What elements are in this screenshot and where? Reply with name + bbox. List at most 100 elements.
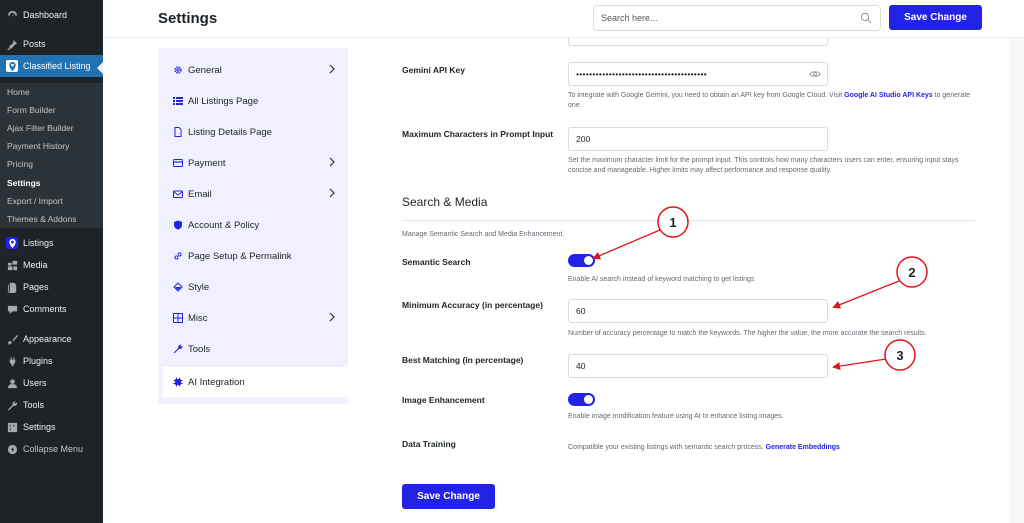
wrench-icon — [6, 399, 18, 411]
nav-item-label: Misc — [188, 312, 208, 324]
wp-menu-label: Media — [23, 260, 48, 270]
wp-admin-sidebar: Dashboard Posts Classified Listing Home … — [0, 0, 103, 523]
nav-item-page-setup-permalink[interactable]: Page Setup & Permalink — [158, 241, 348, 271]
wp-menu-label: Settings — [23, 422, 56, 432]
nav-item-listing-details-page[interactable]: Listing Details Page — [158, 117, 348, 147]
wp-menu-classified-listing[interactable]: Classified Listing — [0, 55, 103, 77]
nav-item-label: Style — [188, 281, 210, 293]
save-change-button-top[interactable]: Save Change — [889, 5, 982, 30]
wp-menu-pages[interactable]: Pages — [0, 276, 103, 298]
brush-icon — [6, 333, 18, 345]
save-change-button-bottom[interactable]: Save Change — [402, 484, 495, 509]
wp-submenu-home[interactable]: Home — [7, 87, 30, 97]
nav-item-all-listings-page[interactable]: All Listings Page — [158, 86, 348, 116]
nav-item-style[interactable]: Style — [158, 272, 348, 302]
ai-chip-icon — [172, 377, 183, 388]
generate-embeddings-link[interactable]: Generate Embeddings — [766, 444, 840, 451]
wp-menu-collapse[interactable]: Collapse Menu — [0, 438, 103, 460]
semantic-search-help: Enable AI search instead of keyword matc… — [568, 276, 755, 283]
gear-icon — [172, 65, 183, 76]
image-enhancement-toggle[interactable] — [568, 393, 595, 406]
nav-item-email[interactable]: Email — [158, 179, 348, 209]
nav-item-tools[interactable]: Tools — [158, 334, 348, 364]
wp-menu-tools[interactable]: Tools — [0, 394, 103, 416]
nav-item-label: AI Integration — [188, 376, 245, 388]
settings-nav: General All Listings Page Listing Detail… — [158, 48, 348, 404]
wp-submenu-form-builder[interactable]: Form Builder — [7, 105, 56, 115]
section-title: Search & Media — [402, 195, 488, 209]
gemini-api-key-field[interactable]: •••••••••••••••••••••••••••••••••••••••• — [568, 62, 828, 86]
dashboard-icon — [6, 9, 18, 21]
semantic-search-label: Semantic Search — [402, 257, 471, 267]
wp-submenu: Home Form Builder Ajax Filter Builder Pa… — [0, 83, 103, 228]
paint-bucket-icon — [172, 282, 183, 293]
max-chars-input[interactable]: 200 — [568, 127, 828, 151]
min-accuracy-input[interactable]: 60 — [568, 299, 828, 323]
wp-menu-label: Users — [23, 378, 47, 388]
semantic-search-toggle[interactable] — [568, 254, 595, 267]
wp-submenu-pricing[interactable]: Pricing — [7, 159, 33, 169]
wp-menu-label: Comments — [23, 304, 67, 314]
eye-icon[interactable] — [809, 69, 821, 79]
data-training-help: Compatible your existing listings with s… — [568, 443, 978, 453]
wp-submenu-ajax-filter-builder[interactable]: Ajax Filter Builder — [7, 123, 74, 133]
section-description: Manage Semantic Search and Media Enhance… — [402, 231, 565, 238]
max-chars-help-text: Set the maximum character limit for the … — [568, 157, 959, 174]
wp-menu-label: Collapse Menu — [23, 444, 84, 454]
wp-menu-label: Posts — [23, 39, 46, 49]
wp-submenu-settings[interactable]: Settings — [7, 178, 41, 188]
settings-main: Settings Save Change General All Listing… — [103, 0, 1024, 523]
search-input[interactable] — [594, 6, 844, 30]
google-ai-studio-link[interactable]: Google AI Studio API Keys — [844, 92, 933, 99]
wp-submenu-themes-addons[interactable]: Themes & Addons — [7, 214, 76, 224]
user-icon — [6, 377, 18, 389]
search-icon[interactable] — [860, 12, 872, 24]
data-training-help-prefix: Compatible your existing listings with s… — [568, 444, 766, 451]
best-matching-value: 40 — [576, 361, 586, 371]
wp-menu-dashboard[interactable]: Dashboard — [0, 4, 103, 26]
location-pin-icon — [6, 60, 18, 72]
gemini-api-key-label: Gemini API Key — [402, 65, 465, 75]
wrench-icon — [172, 344, 183, 355]
toggle-knob — [584, 395, 593, 404]
nav-item-general[interactable]: General — [158, 55, 348, 85]
min-accuracy-value: 60 — [576, 306, 586, 316]
wp-menu-label: Listings — [23, 238, 54, 248]
toggle-knob — [584, 256, 593, 265]
nav-item-misc[interactable]: Misc — [158, 303, 348, 333]
grid-icon — [172, 313, 183, 324]
max-chars-value: 200 — [576, 134, 591, 144]
wp-menu-media[interactable]: Media — [0, 254, 103, 276]
chevron-right-icon — [329, 188, 335, 198]
wp-menu-label: Dashboard — [23, 10, 68, 20]
wp-menu-plugins[interactable]: Plugins — [0, 350, 103, 372]
nav-item-label: All Listings Page — [188, 95, 259, 107]
wp-menu-label: Pages — [23, 282, 49, 292]
nav-item-account-policy[interactable]: Account & Policy — [158, 210, 348, 240]
settings-header: Settings Save Change — [103, 0, 1024, 38]
gemini-help-text: To integrate with Google Gemini, you nee… — [568, 91, 978, 111]
nav-item-label: Account & Policy — [188, 219, 260, 231]
collapse-icon — [6, 443, 18, 455]
right-gutter — [1010, 38, 1024, 523]
section-divider — [402, 220, 975, 221]
wp-menu-listings[interactable]: Listings — [0, 232, 103, 254]
wp-menu-comments[interactable]: Comments — [0, 298, 103, 320]
nav-item-ai-integration[interactable]: AI Integration — [163, 367, 348, 397]
nav-item-label: Tools — [188, 343, 211, 355]
wp-menu-label: Plugins — [23, 356, 53, 366]
location-pin-icon — [6, 237, 18, 249]
best-matching-input[interactable]: 40 — [568, 354, 828, 378]
search-box — [593, 5, 881, 31]
link-icon — [172, 251, 183, 262]
nav-item-label: General — [188, 64, 222, 76]
wp-submenu-payment-history[interactable]: Payment History — [7, 141, 69, 151]
wp-menu-label: Classified Listing — [23, 61, 91, 71]
nav-item-label: Page Setup & Permalink — [188, 250, 292, 262]
wp-menu-appearance[interactable]: Appearance — [0, 328, 103, 350]
wp-menu-users[interactable]: Users — [0, 372, 103, 394]
nav-item-payment[interactable]: Payment — [158, 148, 348, 178]
wp-menu-posts[interactable]: Posts — [0, 33, 103, 55]
wp-menu-settings[interactable]: Settings — [0, 416, 103, 438]
wp-submenu-export-import[interactable]: Export / Import — [7, 196, 63, 206]
